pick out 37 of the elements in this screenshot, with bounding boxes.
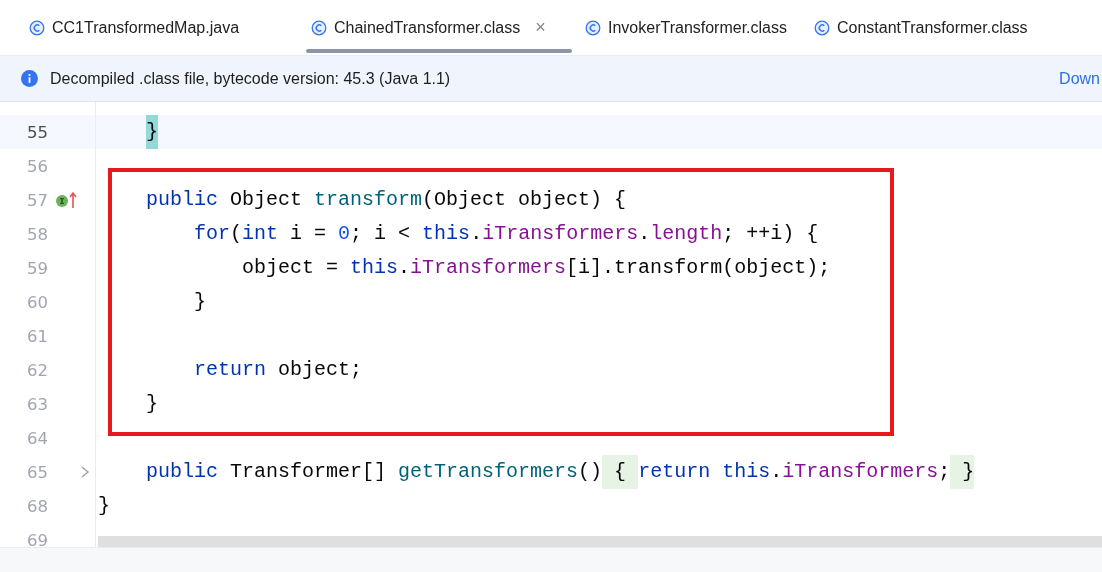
line-number: 56	[26, 156, 48, 176]
line-number: 57	[26, 190, 48, 210]
line-number: 55	[26, 122, 48, 142]
info-icon	[21, 70, 38, 87]
line-number: 59	[26, 258, 48, 278]
code-line: for(int i = 0; i < this.iTransformers.length; ++i) {	[193, 221, 819, 247]
code-line: }	[145, 391, 158, 417]
banner-message: Decompiled .class file, bytecode version: 45.3 (Java 1.1)	[50, 69, 452, 88]
line-number: 68	[26, 496, 48, 516]
circle-arrow-icon[interactable]	[55, 191, 77, 209]
line-number: 60	[26, 292, 48, 312]
line-number: 62	[26, 360, 48, 380]
class-icon	[814, 19, 830, 36]
class-icon	[585, 19, 601, 36]
code-line: }	[96, 115, 159, 149]
line-number: 69	[26, 530, 48, 547]
code-line: public Transformer[] getTransformers() { return this.iTransformers; }	[96, 455, 975, 489]
code-line: return object;	[193, 357, 363, 383]
line-number: 61	[26, 326, 48, 346]
editor-tab[interactable]: ConstantTransformer.class	[805, 0, 1046, 55]
line-number: 65	[26, 462, 48, 482]
code-line: public Object transform(Object object) {	[145, 187, 627, 213]
class-icon	[311, 19, 327, 36]
code-line: }	[193, 289, 207, 315]
horizontal-scrollbar[interactable]	[98, 536, 1102, 547]
code-line: }	[97, 493, 110, 519]
editor-tab[interactable]: InvokerTransformer.class	[576, 0, 805, 55]
chevron-icon[interactable]	[80, 465, 90, 479]
editor-tab[interactable]: CC1TransformedMap.java	[20, 0, 302, 55]
class-icon	[29, 19, 45, 36]
editor-tab[interactable]: ChainedTransformer.class ×	[302, 0, 576, 55]
line-number: 64	[26, 428, 48, 448]
line-number: 63	[26, 394, 48, 414]
close-icon[interactable]: ×	[535, 17, 546, 38]
download-link[interactable]: Down	[1059, 69, 1102, 88]
line-number: 58	[26, 224, 48, 244]
code-line: object = this.iTransformers[i].transform(object);	[241, 255, 831, 281]
